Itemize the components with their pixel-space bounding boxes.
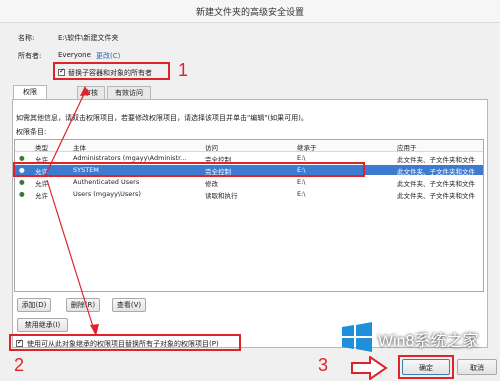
- cancel-button[interactable]: 取消: [457, 359, 497, 375]
- windows-logo-icon: [342, 322, 372, 352]
- annotation-number-3: 3: [318, 355, 329, 375]
- watermark: Win8系统之家: [340, 318, 495, 358]
- watermark-text: Win8系统之家: [378, 333, 479, 350]
- annotation-box-3: [398, 355, 454, 379]
- arrow-right-icon: [351, 356, 388, 380]
